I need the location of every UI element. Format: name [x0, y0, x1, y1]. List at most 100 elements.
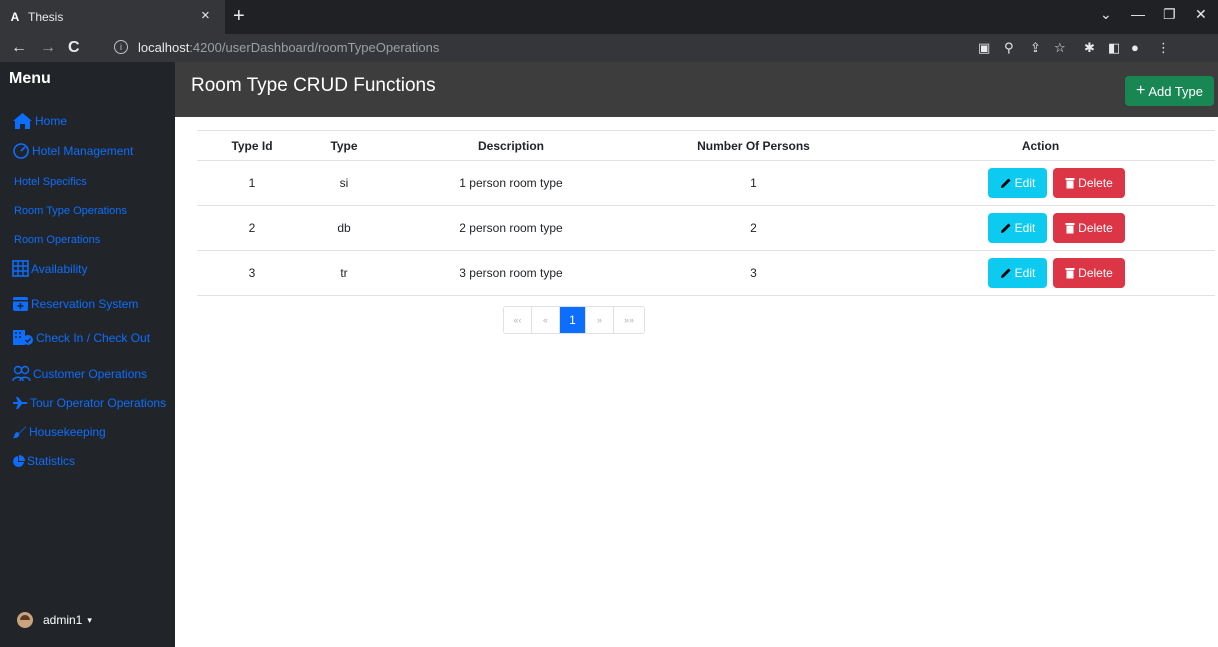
browser-tab-strip: A Thesis × + ⌄ — ❐ ✕ [0, 0, 1218, 34]
sidebar-subitem-hotel-specifics[interactable]: Hotel Specifics [14, 176, 87, 188]
sidebar-item-check-in-out[interactable]: Check In / Check Out [12, 329, 150, 346]
sidebar-item-label: Reservation System [31, 296, 139, 311]
minimize-icon[interactable]: — [1131, 6, 1145, 22]
trash-icon [1065, 178, 1075, 189]
edit-button[interactable]: Edit [988, 213, 1047, 243]
sidebar-item-tour-operator-operations[interactable]: Tour Operator Operations [12, 396, 166, 410]
restore-icon[interactable]: ❐ [1163, 6, 1176, 23]
sidebar-item-label: Hotel Management [32, 144, 134, 158]
sidebar-item-label: Housekeeping [29, 425, 106, 439]
pencil-icon [1000, 268, 1011, 278]
tab-title: Thesis [28, 10, 64, 24]
pie-chart-icon [13, 454, 25, 467]
add-type-button[interactable]: + Add Type [1125, 76, 1214, 106]
bookmark-star-icon[interactable]: ☆ [1054, 40, 1066, 56]
pagination-first[interactable]: «‹ [504, 307, 532, 333]
sidebar-item-hotel-management[interactable]: Hotel Management [12, 143, 133, 159]
cell-persons: 1 [641, 160, 866, 206]
plus-icon: + [1135, 82, 1146, 99]
share-icon[interactable]: ⇪ [1030, 40, 1041, 56]
calendar-plus-icon [13, 297, 28, 311]
side-panel-icon[interactable]: ◧ [1108, 40, 1120, 56]
reload-icon[interactable]: C [68, 39, 80, 57]
people-icon [12, 365, 31, 382]
tab-search-icon[interactable]: ⌄ [1100, 6, 1112, 23]
edit-label: Edit [1014, 266, 1036, 280]
table-icon [12, 260, 29, 277]
brush-icon [13, 426, 26, 438]
sidebar-subitem-room-type-operations[interactable]: Room Type Operations [14, 205, 127, 217]
add-type-label: Add Type [1148, 83, 1204, 99]
pencil-icon [1000, 178, 1011, 188]
gauge-icon [13, 143, 29, 159]
trash-icon [1065, 268, 1075, 279]
new-tab-icon[interactable]: + [233, 5, 245, 27]
delete-label: Delete [1078, 176, 1113, 190]
cell-persons: 2 [641, 205, 866, 251]
translate-icon[interactable]: ▣ [978, 40, 990, 56]
profile-icon[interactable]: ● [1131, 40, 1139, 56]
sidebar-item-label: Availability [31, 261, 88, 276]
header-type-id: Type Id [197, 130, 307, 161]
page-title: Room Type CRUD Functions [191, 75, 436, 96]
header-description: Description [381, 130, 641, 161]
delete-label: Delete [1078, 221, 1113, 235]
cell-description: 3 person room type [381, 250, 641, 296]
sidebar: Menu Home Hotel Management Hotel Specifi… [0, 62, 175, 647]
cell-description: 1 person room type [381, 160, 641, 206]
edit-label: Edit [1014, 221, 1036, 235]
edit-label: Edit [1014, 176, 1036, 190]
pagination-page-1[interactable]: 1 [560, 307, 586, 333]
sidebar-item-availability[interactable]: Availability [12, 260, 87, 277]
delete-button[interactable]: Delete [1053, 258, 1125, 288]
table-row: 2 db 2 person room type 2 Edit Delete [197, 205, 1215, 251]
close-window-icon[interactable]: ✕ [1195, 6, 1207, 23]
sidebar-subitem-room-operations[interactable]: Room Operations [14, 234, 100, 246]
zoom-icon[interactable]: ⚲ [1004, 40, 1014, 56]
sidebar-item-home[interactable]: Home [12, 112, 67, 130]
sidebar-title: Menu [9, 70, 51, 87]
site-info-icon[interactable]: i [114, 40, 128, 54]
sidebar-item-label: Check In / Check Out [36, 330, 151, 345]
cell-type: tr [307, 250, 381, 296]
browser-tab[interactable]: A Thesis × [0, 0, 225, 34]
url-text: localhost:4200/userDashboard/roomTypeOpe… [138, 40, 440, 55]
edit-button[interactable]: Edit [988, 258, 1047, 288]
pagination-prev[interactable]: « [532, 307, 560, 333]
tab-close-icon[interactable]: × [201, 8, 210, 24]
back-icon[interactable]: ← [11, 39, 27, 57]
edit-button[interactable]: Edit [988, 168, 1047, 198]
cell-action: Edit Delete [866, 250, 1215, 296]
browser-toolbar: ← → C i localhost:4200/userDashboard/roo… [0, 34, 1218, 62]
sidebar-item-statistics[interactable]: Statistics [12, 454, 75, 468]
cell-type: db [307, 205, 381, 251]
forward-icon[interactable]: → [40, 39, 56, 57]
user-menu[interactable]: admin1 ▾ [17, 612, 92, 628]
table-row: 1 si 1 person room type 1 Edit Delete [197, 160, 1215, 206]
address-bar[interactable]: i localhost:4200/userDashboard/roomTypeO… [102, 37, 962, 59]
username: admin1 [43, 613, 83, 627]
browser-menu-icon[interactable]: ⋮ [1157, 40, 1170, 56]
cell-action: Edit Delete [866, 160, 1215, 206]
pagination-last[interactable]: »» [614, 307, 644, 333]
pagination: «‹ « 1 » »» [503, 306, 645, 334]
delete-button[interactable]: Delete [1053, 168, 1125, 198]
cell-type-id: 1 [197, 160, 307, 206]
sidebar-item-label: Home [35, 114, 68, 128]
sidebar-item-customer-operations[interactable]: Customer Operations [12, 365, 147, 382]
trash-icon [1065, 223, 1075, 234]
cell-type-id: 2 [197, 205, 307, 251]
caret-down-icon: ▾ [87, 614, 92, 625]
extensions-icon[interactable]: ✱ [1084, 40, 1095, 56]
pagination-next[interactable]: » [586, 307, 614, 333]
sidebar-item-reservation-system[interactable]: Reservation System [12, 295, 138, 312]
sidebar-item-label: Customer Operations [33, 366, 148, 381]
room-type-table: Type Id Type Description Number Of Perso… [197, 130, 1215, 296]
delete-button[interactable]: Delete [1053, 213, 1125, 243]
cell-action: Edit Delete [866, 205, 1215, 251]
table-row: 3 tr 3 person room type 3 Edit Delete [197, 250, 1215, 296]
page-header: Room Type CRUD Functions + Add Type [175, 62, 1218, 117]
cell-type: si [307, 160, 381, 206]
sidebar-item-housekeeping[interactable]: Housekeeping [12, 425, 106, 439]
table-header-row: Type Id Type Description Number Of Perso… [197, 130, 1215, 161]
